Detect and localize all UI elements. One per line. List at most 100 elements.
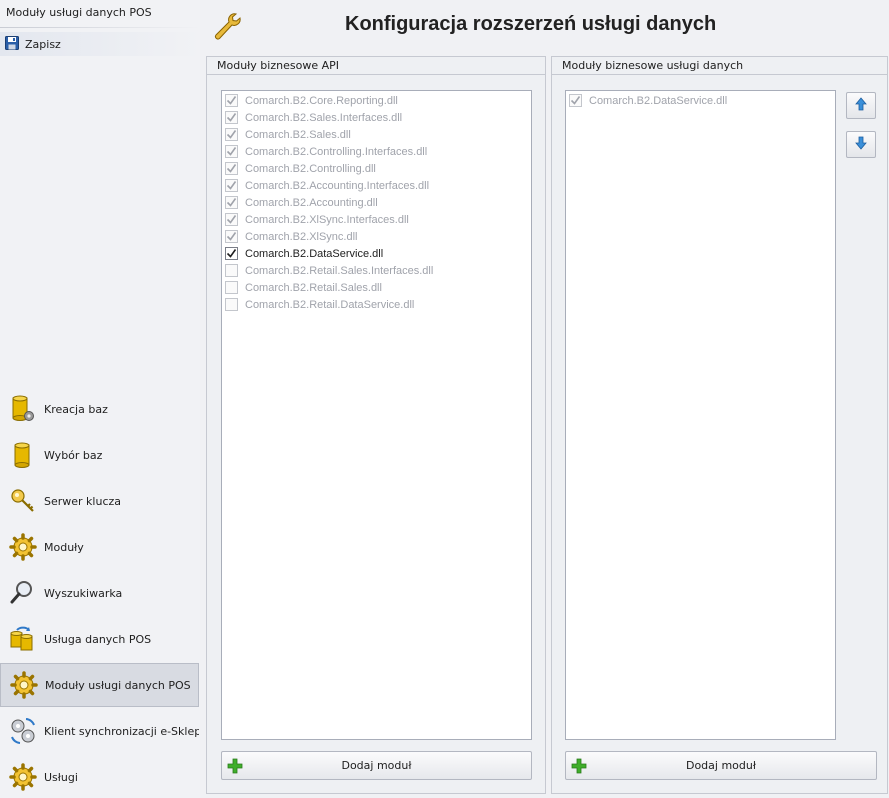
module-checkbox[interactable]: [225, 298, 238, 311]
module-list-item[interactable]: Comarch.B2.Core.Reporting.dll: [222, 92, 531, 109]
add-module-label: Dodaj moduł: [341, 759, 412, 772]
sidebar-item-wybor-baz[interactable]: Wybór baz: [0, 433, 199, 477]
move-up-button[interactable]: [846, 92, 876, 119]
panel-title: Moduły biznesowe usługi danych: [562, 59, 744, 72]
module-checkbox[interactable]: [569, 94, 582, 107]
checkmark-icon: [570, 96, 581, 105]
checkmark-icon: [226, 198, 237, 207]
module-name: Comarch.B2.XlSync.dll: [245, 230, 358, 243]
module-name: Comarch.B2.Sales.Interfaces.dll: [245, 111, 403, 124]
page-title: Konfiguracja rozszerzeń usługi danych: [345, 13, 717, 35]
key-icon: [9, 487, 37, 515]
checkmark-icon: [226, 130, 237, 139]
gear-icon: [9, 763, 37, 791]
sidebar-item-klient-synchronizacji[interactable]: Klient synchronizacji e-Sklep/wsz: [0, 709, 199, 753]
module-name: Comarch.B2.Retail.Sales.Interfaces.dll: [245, 264, 434, 277]
module-name: Comarch.B2.XlSync.Interfaces.dll: [245, 213, 409, 226]
gear-icon: [10, 671, 38, 699]
module-list-item[interactable]: Comarch.B2.XlSync.Interfaces.dll: [222, 211, 531, 228]
sidebar-item-kreacja-baz[interactable]: Kreacja baz: [0, 387, 199, 431]
sidebar-divider: [0, 27, 200, 28]
database-sync-icon: [9, 625, 37, 653]
sidebar-item-moduly-uslugi-danych-pos[interactable]: Moduły usługi danych POS: [0, 663, 199, 707]
module-name: Comarch.B2.Controlling.dll: [245, 162, 376, 175]
checkmark-icon: [226, 164, 237, 173]
module-checkbox[interactable]: [225, 247, 238, 260]
checkmark-icon: [226, 96, 237, 105]
module-name: Comarch.B2.DataService.dll: [589, 94, 728, 107]
plus-icon: [571, 758, 587, 774]
add-module-button[interactable]: Dodaj moduł: [221, 751, 532, 780]
gear-icon: [9, 533, 37, 561]
module-list-item[interactable]: Comarch.B2.Retail.DataService.dll: [222, 296, 531, 313]
sidebar-item-label: Usługa danych POS: [44, 632, 152, 646]
module-name: Comarch.B2.DataService.dll: [245, 247, 384, 260]
module-name: Comarch.B2.Controlling.Interfaces.dll: [245, 145, 428, 158]
sidebar-item-serwer-klucza[interactable]: Serwer klucza: [0, 479, 199, 523]
module-checkbox[interactable]: [225, 213, 238, 226]
panel-title: Moduły biznesowe API: [217, 59, 339, 72]
module-name: Comarch.B2.Sales.dll: [245, 128, 351, 141]
sidebar-item-usluga-danych-pos[interactable]: Usługa danych POS: [0, 617, 199, 661]
plus-icon: [227, 758, 243, 774]
panel-divider: [207, 74, 545, 75]
sidebar-item-label: Moduły: [44, 540, 84, 554]
save-button[interactable]: Zapisz: [0, 32, 200, 56]
checkmark-icon: [226, 232, 237, 241]
module-list-item[interactable]: Comarch.B2.XlSync.dll: [222, 228, 531, 245]
add-module-button[interactable]: Dodaj moduł: [565, 751, 877, 780]
module-name: Comarch.B2.Core.Reporting.dll: [245, 94, 398, 107]
module-list-item[interactable]: Comarch.B2.Accounting.dll: [222, 194, 531, 211]
database-gear-icon: [9, 395, 37, 423]
panel-divider: [552, 74, 887, 75]
sidebar-item-label: Kreacja baz: [44, 402, 108, 416]
module-checkbox[interactable]: [225, 264, 238, 277]
module-checkbox[interactable]: [225, 145, 238, 158]
module-checkbox[interactable]: [225, 111, 238, 124]
dataservice-modules-list[interactable]: Comarch.B2.DataService.dll: [565, 90, 836, 740]
magnifier-icon: [9, 579, 37, 607]
move-down-button[interactable]: [846, 131, 876, 158]
module-list-item[interactable]: Comarch.B2.Sales.Interfaces.dll: [222, 109, 531, 126]
module-checkbox[interactable]: [225, 162, 238, 175]
sidebar-title: Moduły usługi danych POS: [6, 6, 152, 19]
module-list-item[interactable]: Comarch.B2.Retail.Sales.dll: [222, 279, 531, 296]
module-list-item[interactable]: Comarch.B2.Controlling.Interfaces.dll: [222, 143, 531, 160]
module-checkbox[interactable]: [225, 94, 238, 107]
database-icon: [9, 441, 37, 469]
api-modules-panel: Moduły biznesowe API Comarch.B2.Core.Rep…: [206, 56, 546, 794]
module-list-item[interactable]: Comarch.B2.Controlling.dll: [222, 160, 531, 177]
api-modules-list[interactable]: Comarch.B2.Core.Reporting.dll Comarch.B2.…: [221, 90, 532, 740]
module-checkbox[interactable]: [225, 128, 238, 141]
module-checkbox[interactable]: [225, 281, 238, 294]
add-module-label: Dodaj moduł: [685, 759, 756, 772]
sidebar-item-uslugi[interactable]: Usługi: [0, 755, 199, 798]
module-list-item[interactable]: Comarch.B2.Sales.dll: [222, 126, 531, 143]
sidebar: Moduły usługi danych POS Zapisz Kreacja …: [0, 0, 200, 798]
checkmark-icon: [226, 181, 237, 190]
module-checkbox[interactable]: [225, 230, 238, 243]
module-name: Comarch.B2.Accounting.Interfaces.dll: [245, 179, 430, 192]
sidebar-item-wyszukiwarka[interactable]: Wyszukiwarka: [0, 571, 199, 615]
checkmark-icon: [226, 215, 237, 224]
sidebar-item-label: Klient synchronizacji e-Sklep/wsz: [44, 724, 199, 738]
module-list-item[interactable]: Comarch.B2.Accounting.Interfaces.dll: [222, 177, 531, 194]
checkmark-icon: [226, 147, 237, 156]
sidebar-item-label: Wybór baz: [44, 448, 103, 462]
module-name: Comarch.B2.Retail.DataService.dll: [245, 298, 415, 311]
gears-sync-icon: [9, 717, 37, 745]
sidebar-item-label: Serwer klucza: [44, 494, 122, 508]
module-checkbox[interactable]: [225, 179, 238, 192]
arrow-down-icon: [855, 136, 867, 153]
module-name: Comarch.B2.Retail.Sales.dll: [245, 281, 382, 294]
module-checkbox[interactable]: [225, 196, 238, 209]
checkmark-icon: [226, 249, 237, 258]
module-list-item[interactable]: Comarch.B2.DataService.dll: [566, 92, 835, 109]
dataservice-modules-panel: Moduły biznesowe usługi danych Comarch.B…: [551, 56, 888, 794]
checkmark-icon: [226, 113, 237, 122]
sidebar-item-moduly[interactable]: Moduły: [0, 525, 199, 569]
module-list-item[interactable]: Comarch.B2.DataService.dll: [222, 245, 531, 262]
sidebar-item-label: Usługi: [44, 770, 78, 784]
sidebar-item-label: Moduły usługi danych POS: [45, 678, 191, 692]
module-list-item[interactable]: Comarch.B2.Retail.Sales.Interfaces.dll: [222, 262, 531, 279]
